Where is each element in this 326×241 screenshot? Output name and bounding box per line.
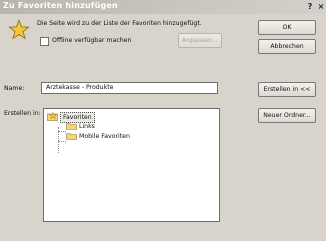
window-title: Zu Favoriten hinzufügen [3,1,118,10]
star-folder-icon [47,112,58,121]
new-folder-button[interactable]: Neuer Ordner... [258,108,316,123]
name-input[interactable]: Arztekasse - Produkte [41,82,218,94]
tree-connector [58,131,66,132]
help-button[interactable]: ? [305,2,315,12]
folder-tree[interactable]: Favoriten Links Mobile Favoriten [43,108,220,222]
tree-item-favoriten[interactable]: Favoriten [47,112,107,123]
tree-item-label: Mobile Favoriten [79,133,130,140]
folder-icon [66,133,77,140]
cancel-button[interactable]: Abbrechen [258,39,316,54]
tree-item-mobile-favoriten[interactable]: Mobile Favoriten [66,132,146,141]
folder-icon [66,123,77,130]
add-favorite-dialog: Zu Favoriten hinzufügen ? × Die Seite wi… [0,0,326,241]
tree-connector [58,141,66,142]
title-bar[interactable]: Zu Favoriten hinzufügen ? × [0,0,326,14]
favorite-star-icon [8,19,30,40]
customize-button[interactable]: Anpassen... [178,33,222,48]
offline-checkbox[interactable] [40,37,49,46]
create-in-button[interactable]: Erstellen in << [258,82,316,97]
tree-item-links[interactable]: Links [66,122,116,131]
tree-item-label: Links [79,123,95,130]
offline-checkbox-label: Offline verfügbar machen [52,37,132,44]
create-in-label: Erstellen in: [4,110,41,117]
name-label: Name: [4,85,25,92]
ok-button[interactable]: OK [258,20,316,35]
close-button[interactable]: × [316,2,326,12]
info-message: Die Seite wird zu der Liste der Favorite… [37,20,202,27]
